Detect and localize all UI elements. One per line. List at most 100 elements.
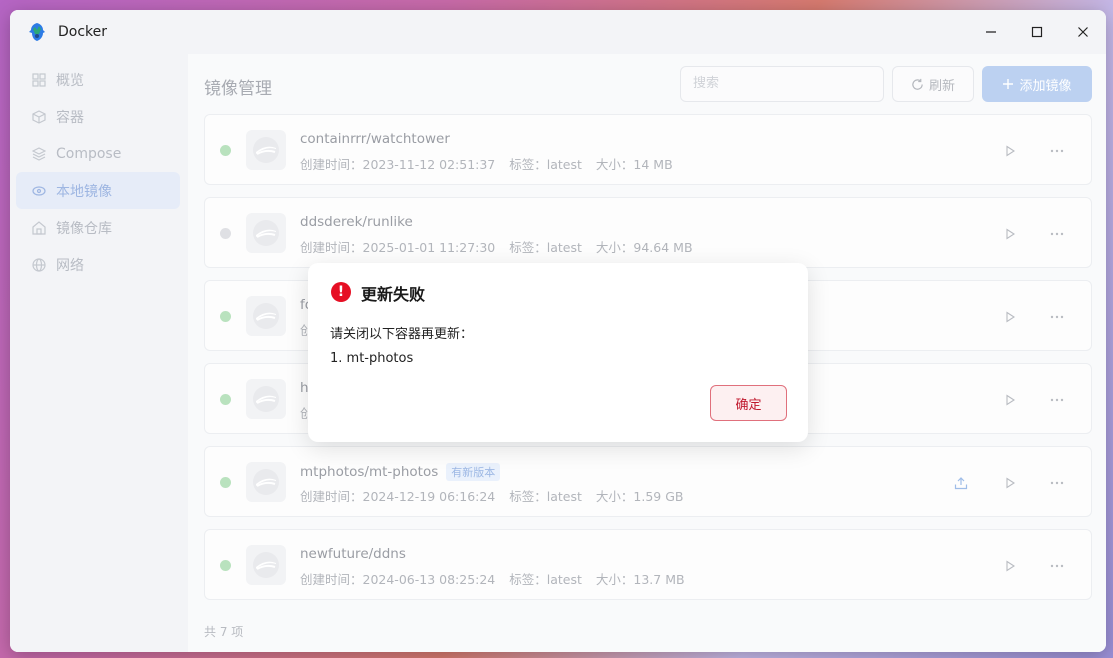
status-dot [220, 560, 231, 571]
image-tag: 标签：latest [509, 489, 582, 504]
docker-logo-icon [29, 23, 45, 41]
image-name: mtphotos/mt-photos 有新版本 [300, 463, 501, 481]
run-button[interactable] [1000, 224, 1020, 244]
image-name: ddsderek/runlike [300, 214, 413, 230]
image-size: 大小：94.64 MB [595, 240, 693, 255]
more-button[interactable] [1047, 390, 1067, 410]
image-created: 创建时间：2024-12-19 06:16:24 [300, 489, 496, 504]
more-icon [1050, 232, 1064, 236]
image-size: 大小：14 MB [595, 157, 673, 172]
status-dot [220, 228, 231, 239]
more-button[interactable] [1047, 307, 1067, 327]
maximize-icon [1031, 26, 1043, 38]
confirm-button[interactable]: 确定 [710, 385, 787, 421]
dialog-title: 更新失败 [361, 285, 426, 304]
maximize-button[interactable] [1014, 10, 1060, 54]
refresh-icon [912, 78, 923, 90]
dialog-container-item: 1. mt-photos [330, 351, 414, 366]
minimize-button[interactable] [968, 10, 1014, 54]
cube-icon [32, 109, 46, 124]
play-icon [1006, 560, 1016, 572]
image-thumbnail-icon [246, 130, 286, 170]
play-icon [1006, 477, 1016, 489]
refresh-button[interactable]: 刷新 [892, 66, 974, 102]
sidebar-item-label: 镜像仓库 [56, 220, 112, 237]
image-size: 大小：1.59 GB [595, 489, 684, 504]
more-icon [1050, 149, 1064, 153]
sidebar-nav: 概览 容器 Compose 本地镜像 镜像仓库 网络 [10, 54, 188, 283]
more-button[interactable] [1047, 141, 1067, 161]
sidebar-item-label: 容器 [56, 109, 84, 126]
image-thumbnail-icon [246, 462, 286, 502]
sidebar-item-label: 本地镜像 [56, 183, 112, 200]
sidebar-item-compose[interactable]: Compose [16, 135, 180, 172]
more-icon [1050, 564, 1064, 568]
close-button[interactable] [1060, 10, 1106, 54]
app-title: Docker [58, 24, 108, 40]
more-icon [1050, 315, 1064, 319]
play-icon [1006, 394, 1016, 406]
image-tag: 标签：latest [509, 240, 582, 255]
run-button[interactable] [1000, 556, 1020, 576]
play-icon [1006, 311, 1016, 323]
image-tag: 标签：latest [509, 157, 582, 172]
close-icon [1078, 27, 1088, 37]
image-card[interactable]: newfuture/ddns 创建时间：2024-06-13 08:25:24 标… [204, 529, 1092, 600]
image-meta: 创建时间：2025-01-01 11:27:30 标签：latest 大小：94.6… [300, 237, 707, 256]
plus-icon [1003, 79, 1014, 89]
image-card[interactable]: ddsderek/runlike 创建时间：2025-01-01 11:27:3… [204, 197, 1092, 268]
run-button[interactable] [1000, 390, 1020, 410]
sidebar: 概览 容器 Compose 本地镜像 镜像仓库 网络 [10, 54, 188, 652]
run-button[interactable] [1000, 141, 1020, 161]
play-icon [1006, 228, 1016, 240]
more-button[interactable] [1047, 224, 1067, 244]
sidebar-item-local-images[interactable]: 本地镜像 [16, 172, 180, 209]
sidebar-item-network[interactable]: 网络 [16, 246, 180, 283]
add-image-label: 添加镜像 [1019, 78, 1072, 94]
image-size: 大小：13.7 MB [595, 572, 685, 587]
image-created: 创建时间：2023-11-12 02:51:37 [300, 157, 496, 172]
image-created: 创建时间：2025-01-01 11:27:30 [300, 240, 496, 255]
globe-icon [32, 257, 46, 272]
run-button[interactable] [1000, 307, 1020, 327]
more-button[interactable] [1047, 473, 1067, 493]
more-icon [1050, 398, 1064, 402]
minimize-icon [986, 31, 996, 33]
update-button[interactable] [951, 473, 971, 493]
update-available-badge: 有新版本 [446, 463, 501, 481]
image-card[interactable]: mtphotos/mt-photos 有新版本 创建时间：2024-12-19 … [204, 446, 1092, 517]
image-meta: 创建时间：2024-12-19 06:16:24 标签：latest 大小：1.59… [300, 486, 697, 505]
error-icon: ! [331, 282, 351, 302]
status-dot [220, 477, 231, 488]
run-button[interactable] [1000, 473, 1020, 493]
image-meta: 创建时间：2023-11-12 02:51:37 标签：latest 大小：14 M… [300, 154, 687, 173]
status-dot [220, 394, 231, 405]
layers-icon [32, 146, 46, 161]
image-name: containrrr/watchtower [300, 131, 450, 147]
image-thumbnail-icon [246, 379, 286, 419]
sidebar-item-containers[interactable]: 容器 [16, 98, 180, 135]
sidebar-item-registry[interactable]: 镜像仓库 [16, 209, 180, 246]
refresh-label: 刷新 [928, 78, 955, 94]
more-button[interactable] [1047, 556, 1067, 576]
sidebar-item-label: 概览 [56, 72, 84, 89]
update-failed-dialog: ! 更新失败 请关闭以下容器再更新： 1. mt-photos 确定 [308, 263, 808, 442]
add-image-button[interactable]: 添加镜像 [982, 66, 1092, 102]
home-icon [32, 220, 46, 235]
more-icon [1050, 481, 1064, 485]
image-thumbnail-icon [246, 213, 286, 253]
page-title: 镜像管理 [204, 79, 272, 99]
item-count: 共 7 项 [204, 625, 244, 639]
image-created: 创建时间：2024-06-13 08:25:24 [300, 572, 496, 587]
search-input[interactable]: 搜索 [680, 66, 884, 102]
image-thumbnail-icon [246, 545, 286, 585]
image-tag: 标签：latest [509, 572, 582, 587]
sidebar-item-label: Compose [56, 145, 122, 162]
status-dot [220, 145, 231, 156]
grid-icon [32, 72, 46, 87]
window-controls [968, 10, 1106, 54]
image-meta: 创建时间：2024-06-13 08:25:24 标签：latest 大小：13.7… [300, 569, 699, 588]
sidebar-item-overview[interactable]: 概览 [16, 61, 180, 98]
image-card[interactable]: containrrr/watchtower 创建时间：2023-11-12 02… [204, 114, 1092, 185]
sidebar-item-label: 网络 [56, 257, 84, 274]
